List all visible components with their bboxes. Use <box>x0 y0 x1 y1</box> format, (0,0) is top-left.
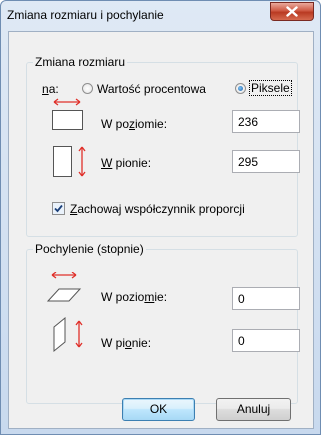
dialog-window: Zmiana rozmiaru i pochylanie Zmiana rozm… <box>0 0 321 435</box>
skew-vertical-label: W pionie: <box>101 336 152 350</box>
skew-horizontal-icon <box>47 272 82 302</box>
skew-horizontal-input[interactable]: 0 <box>232 287 300 310</box>
dialog-body: Zmiana rozmiaru na: Wartość procentowa P… <box>8 31 314 429</box>
resize-vertical-input[interactable]: 295 <box>232 150 300 173</box>
resize-vertical-label: W pionie: <box>101 156 152 170</box>
close-button[interactable] <box>270 2 314 21</box>
percent-option-label[interactable]: Wartość procentowa <box>97 82 206 96</box>
close-icon <box>286 6 298 17</box>
resize-group-label: Zmiana rozmiaru <box>33 55 128 69</box>
window-title: Zmiana rozmiaru i pochylanie <box>7 8 164 22</box>
title-bar[interactable]: Zmiana rozmiaru i pochylanie <box>1 1 320 31</box>
ok-button[interactable]: OK <box>122 398 195 421</box>
resize-horizontal-input[interactable]: 236 <box>232 110 300 133</box>
skew-horizontal-label: W poziomie: <box>101 290 168 304</box>
pixels-radio[interactable] <box>235 83 246 94</box>
pixels-option-label[interactable]: Piksele <box>249 80 292 96</box>
skew-group-label: Pochylenie (stopnie) <box>33 242 146 256</box>
percent-radio[interactable] <box>82 83 93 94</box>
resize-vertical-icon <box>53 146 86 177</box>
checkmark-icon <box>54 204 63 213</box>
resize-horizontal-icon <box>52 98 83 130</box>
resize-horizontal-label: W poziomie: <box>101 117 168 131</box>
cancel-button[interactable]: Anuluj <box>216 398 291 421</box>
skew-vertical-input[interactable]: 0 <box>232 329 300 352</box>
resize-by-label: na: <box>42 82 59 96</box>
skew-vertical-icon <box>53 317 83 353</box>
keep-ratio-checkbox[interactable] <box>52 202 65 215</box>
keep-ratio-label[interactable]: Zachowaj współczynnik proporcji <box>70 202 245 216</box>
